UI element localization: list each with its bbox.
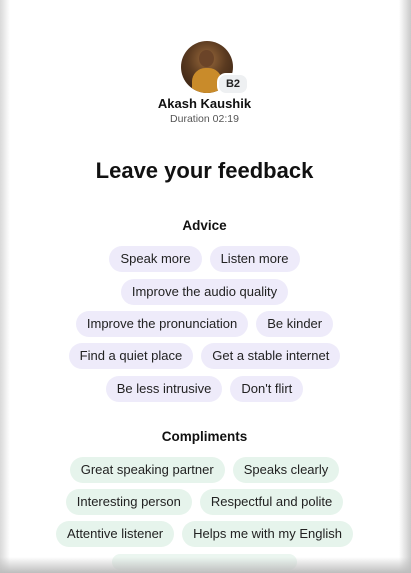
chip-dont-flirt[interactable]: Don't flirt [230,376,304,402]
chip-improve-audio-quality[interactable]: Improve the audio quality [120,279,289,305]
call-duration: Duration 02:19 [170,113,239,125]
device-edge-right [399,0,411,573]
level-badge: B2 [217,73,249,95]
chip-speak-more[interactable]: Speak more [109,246,202,272]
advice-row: Find a quiet place Get a stable internet [10,343,399,369]
chip-be-less-intrusive[interactable]: Be less intrusive [105,376,223,402]
chip-helps-with-english[interactable]: Helps me with my English [182,521,353,547]
compliments-heading: Compliments [161,429,248,444]
chip-respectful-polite[interactable]: Respectful and polite [199,489,344,515]
page-title: Leave your feedback [95,158,314,183]
avatar-head-shape [199,50,214,67]
advice-row: Speak more Listen more [10,246,399,272]
advice-row: Improve the audio quality [10,279,399,305]
compliments-row: Great speaking partner Speaks clearly [10,457,399,483]
advice-heading: Advice [182,218,227,233]
chip-listen-more[interactable]: Listen more [209,246,300,272]
chip-speaks-clearly[interactable]: Speaks clearly [232,457,340,483]
chip-interesting-person[interactable]: Interesting person [65,489,192,515]
chip-improve-pronunciation[interactable]: Improve the pronunciation [75,311,249,337]
chip-great-speaking-partner[interactable]: Great speaking partner [69,457,225,483]
advice-row: Improve the pronunciation Be kinder [10,311,399,337]
chip-find-quiet-place[interactable]: Find a quiet place [68,343,194,369]
device-edge-left [0,0,10,573]
chip-be-kinder[interactable]: Be kinder [256,311,334,337]
compliments-row: Attentive listener Helps me with my Engl… [10,521,399,547]
compliments-row: Interesting person Respectful and polite [10,489,399,515]
device-edge-bottom [0,557,411,573]
avatar-group: B2 [181,41,249,95]
advice-row: Be less intrusive Don't flirt [10,376,399,402]
feedback-screen: B2 Akash Kaushik Duration 02:19 Leave yo… [10,0,399,573]
partner-name: Akash Kaushik [157,96,252,111]
chip-attentive-listener[interactable]: Attentive listener [56,521,175,547]
chip-get-stable-internet[interactable]: Get a stable internet [201,343,341,369]
